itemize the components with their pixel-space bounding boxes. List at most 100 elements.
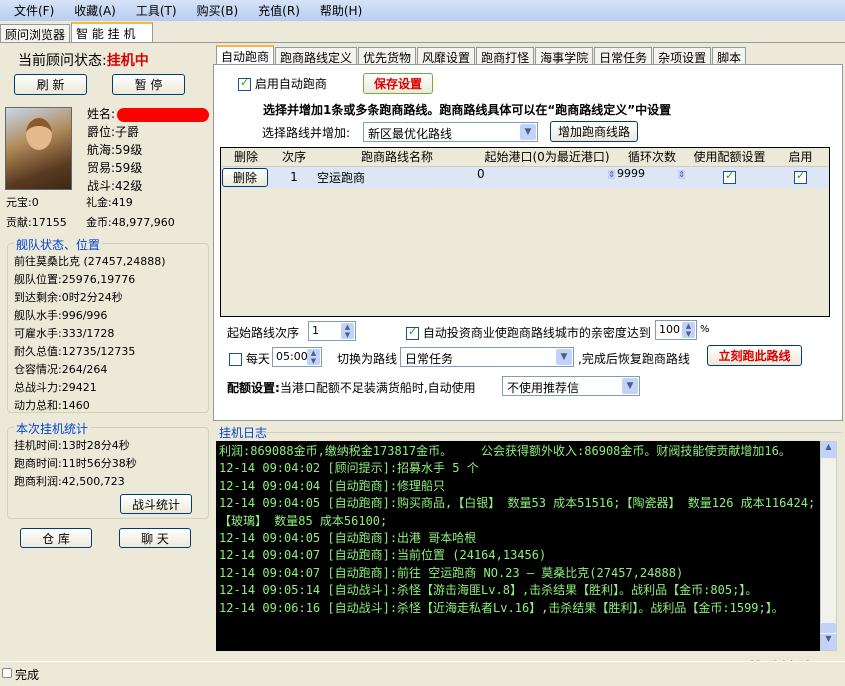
title: 爵位:子爵 [87, 125, 140, 139]
auto-invest[interactable]: 自动投资商业使跑商路线城市的亲密度达到 [406, 324, 651, 341]
menu-recharge[interactable]: 充值(R) [258, 2, 300, 19]
tab-auto-trade[interactable]: 自动跑商 [216, 45, 275, 65]
delete-row-button[interactable]: 删除 [222, 167, 268, 187]
battle-stats-button[interactable]: 战斗统计 [120, 494, 192, 514]
quota-label: 当港口配额不足装满货船时,自动使用 [279, 381, 476, 395]
quota-select-value: 不使用推荐信 [507, 381, 580, 395]
daily-switch-checkbox[interactable] [229, 353, 242, 366]
log-title: 挂机日志 [219, 426, 268, 440]
main-tabs: 顾问浏览器 智 能 挂 机 [0, 22, 154, 42]
row-quota-checkbox[interactable] [723, 169, 736, 185]
log-line: 12-14 09:04:05 [自动跑商]:购买商品,【白银】 数量53 成本5… [219, 496, 816, 528]
tab-route-definition[interactable]: 跑商路线定义 [275, 47, 358, 65]
enable-auto-trade[interactable]: 启用自动跑商 [238, 75, 327, 92]
contribution: 贡献:17155 [6, 216, 67, 229]
percent-sign: % [700, 324, 710, 335]
refresh-button[interactable]: 刷 新 [14, 74, 87, 95]
menu-help[interactable]: 帮助(H) [320, 2, 362, 19]
log-scrollbar[interactable]: ▲ ▼ [820, 441, 837, 651]
enable-auto-trade-checkbox[interactable] [238, 76, 251, 91]
chat-button[interactable]: 聊 天 [119, 528, 191, 548]
log-line: 12-14 09:04:05 [自动跑商]:出港 哥本哈根 [219, 531, 477, 546]
enable-auto-trade-label: 启用自动跑商 [254, 77, 327, 91]
fleet-position: 舰队位置:25976,19776 [14, 273, 136, 286]
row-route-name[interactable]: 空运跑商 [317, 166, 477, 188]
trade-level: 贸易:59级 [87, 161, 143, 175]
tab-script[interactable]: 脚本 [712, 47, 747, 65]
scroll-thumb[interactable] [821, 623, 836, 633]
intimacy-input[interactable]: 100 ▲ ▼ [655, 320, 697, 340]
lijin: 礼金:419 [86, 196, 133, 209]
status-value: 挂机中 [106, 53, 149, 69]
menu-favorites[interactable]: 收藏(A) [74, 2, 116, 19]
fleet-status-group: 舰队状态、位置 前往莫桑比克 (27457,24888) 舰队位置:25976,… [7, 236, 209, 413]
combat-level: 战斗:42级 [87, 179, 143, 193]
row-enabled-checkbox[interactable] [794, 169, 807, 185]
tab-misc-settings[interactable]: 杂项设置 [653, 47, 712, 65]
chevron-down-icon: ▼ [622, 378, 638, 394]
route-select[interactable]: 新区最优化路线 ▼ [363, 122, 538, 142]
tab-priority-goods[interactable]: 优先货物 [358, 47, 417, 65]
row-loops[interactable]: 9999 ⇕ [617, 166, 687, 188]
tab-trend-settings[interactable]: 风靡设置 [417, 47, 476, 65]
row-loops-value: 9999 [617, 166, 645, 180]
add-route-button[interactable]: 增加跑商线路 [550, 121, 638, 142]
tab-trade-combat[interactable]: 跑商打怪 [476, 47, 535, 65]
scroll-up-icon[interactable]: ▲ [821, 442, 836, 458]
quota-select[interactable]: 不使用推荐信 ▼ [502, 376, 640, 396]
tab-daily-tasks[interactable]: 日常任务 [594, 47, 653, 65]
profile-info: 姓名: 爵位:子爵 航海:59级 贸易:59级 战斗:42级 [87, 105, 209, 195]
save-settings-button[interactable]: 保存设置 [363, 73, 433, 94]
name-label: 姓名: [87, 107, 116, 121]
menu-buy[interactable]: 购买(B) [197, 2, 239, 19]
switch-route-select[interactable]: 日常任务 ▼ [400, 347, 574, 367]
navigation-level: 航海:59级 [87, 143, 143, 157]
status-text: 完成 [15, 668, 40, 682]
row-start-port[interactable]: 0 ⇕ [477, 166, 617, 188]
chevron-down-icon: ▼ [556, 349, 572, 365]
log-line: 12-14 09:04:07 [自动跑商]:当前位置 (24164,13456) [219, 548, 547, 563]
tab-smart-idle[interactable]: 智 能 挂 机 [71, 22, 154, 42]
start-order-input[interactable]: 1 ▲ ▼ [308, 321, 356, 341]
auto-invest-checkbox[interactable] [406, 325, 419, 340]
daily-time-input[interactable]: 05:00 ▲ ▼ [272, 347, 322, 367]
session-stats-group: 本次挂机统计 挂机时间:13时28分4秒 跑商时间:11时56分38秒 跑商利润… [7, 420, 209, 519]
row-order: 1 [290, 170, 298, 185]
spinner-icon[interactable]: ▲ ▼ [307, 349, 320, 365]
session-stats-title: 本次挂机统计 [14, 420, 91, 437]
run-route-now-button[interactable]: 立刻跑此路线 [707, 345, 802, 366]
hireable-sailors: 可雇水手:333/1728 [14, 327, 115, 340]
menu-file[interactable]: 文件(F) [14, 2, 54, 19]
tab-advisor-browser[interactable]: 顾问浏览器 [0, 24, 71, 42]
daily-time-value: 05:00 [276, 350, 308, 363]
settings-tabs: 自动跑商 跑商路线定义 优先货物 风靡设置 跑商打怪 海事学院 日常任务 杂项设… [216, 45, 747, 65]
row-start-port-value: 0 [477, 166, 485, 181]
yuanbao: 元宝:0 [6, 196, 39, 209]
idle-time: 挂机时间:13时28分4秒 [14, 439, 130, 452]
tab-maritime-academy[interactable]: 海事学院 [535, 47, 594, 65]
spinner-icon[interactable]: ▲ ▼ [682, 322, 695, 338]
spinner-icon[interactable]: ⇕ [608, 169, 615, 179]
col-delete: 删除 [233, 150, 258, 165]
warehouse-button[interactable]: 仓 库 [20, 528, 92, 548]
daily-switch[interactable]: 每天 [229, 350, 270, 367]
menu-tools[interactable]: 工具(T) [136, 2, 177, 19]
log-output[interactable]: 利润:869088金币,缴纳税金173817金币。 公会获得额外收入:86908… [216, 441, 820, 651]
trade-time: 跑商时间:11时56分38秒 [14, 457, 137, 470]
quota-setting: 配额设置:当港口配额不足装满货船时,自动使用 [227, 379, 476, 396]
spinner-icon[interactable]: ⇕ [678, 169, 685, 179]
quota-bold-label: 配额设置: [227, 381, 280, 395]
spinner-icon[interactable]: ▲ ▼ [341, 323, 354, 339]
fleet-sailors: 舰队水手:996/996 [14, 309, 108, 322]
col-use-quota: 使用配额设置 [693, 150, 766, 165]
col-start-port: 起始港口(0为最近港口) [484, 150, 610, 165]
switch-route-label: 切换为路线 [337, 352, 398, 366]
pause-button[interactable]: 暂 停 [112, 74, 185, 95]
log-line: 利润:869088金币,缴纳税金173817金币。 公会获得额外收入:86908… [219, 444, 791, 458]
cargo-capacity: 仓容情况:264/264 [14, 363, 108, 376]
restore-route-label: ,完成后恢复跑商路线 [578, 352, 690, 366]
scroll-down-icon[interactable]: ▼ [821, 634, 836, 650]
menu-bar: 文件(F) 收藏(A) 工具(T) 购买(B) 充值(R) 帮助(H) [0, 0, 845, 21]
col-enabled: 启用 [788, 150, 813, 165]
page-icon [2, 668, 12, 678]
